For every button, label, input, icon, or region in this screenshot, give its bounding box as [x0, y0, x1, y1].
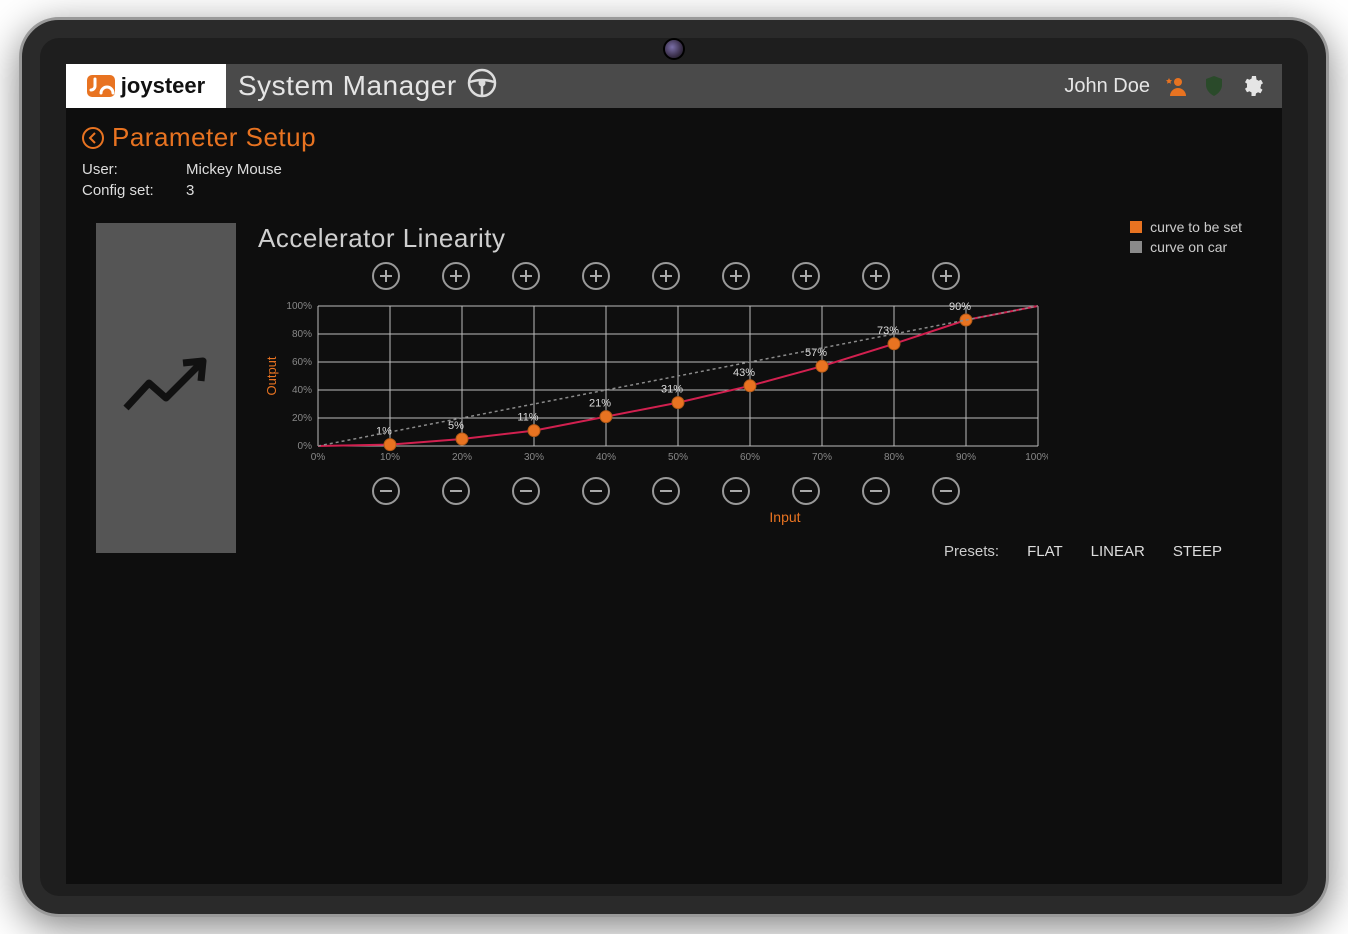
app-header: joysteer System Manager John Doe: [66, 64, 1282, 108]
meta-user-value: Mickey Mouse: [186, 161, 282, 178]
meta-block: User: Mickey Mouse Config set: 3: [66, 161, 1282, 215]
preset-steep[interactable]: STEEP: [1173, 543, 1222, 560]
svg-text:100%: 100%: [286, 301, 312, 312]
decrement-button-9[interactable]: [932, 477, 960, 505]
svg-text:20%: 20%: [452, 452, 472, 463]
brand-mark-icon: [87, 75, 115, 97]
svg-text:60%: 60%: [740, 452, 760, 463]
brand-name: joysteer: [121, 73, 205, 99]
increment-button-8[interactable]: [862, 262, 890, 290]
increment-button-2[interactable]: [442, 262, 470, 290]
decrement-button-4[interactable]: [582, 477, 610, 505]
decrement-button-7[interactable]: [792, 477, 820, 505]
side-tile-trend[interactable]: [96, 223, 236, 553]
svg-text:50%: 50%: [668, 452, 688, 463]
increment-button-1[interactable]: [372, 262, 400, 290]
chart-legend: curve to be set curve on car: [1130, 219, 1242, 259]
svg-text:11%: 11%: [517, 412, 538, 424]
preset-flat[interactable]: FLAT: [1027, 543, 1063, 560]
increment-button-7[interactable]: [792, 262, 820, 290]
tablet-camera: [665, 40, 683, 58]
gear-icon[interactable]: [1240, 74, 1264, 98]
svg-text:10%: 10%: [380, 452, 400, 463]
increment-button-3[interactable]: [512, 262, 540, 290]
decrement-button-8[interactable]: [862, 477, 890, 505]
linearity-chart[interactable]: 0% 10% 20% 30% 40% 50% 60% 70% 80% 90% 100% 0% 20% 40…: [258, 296, 1048, 466]
legend-label-car: curve on car: [1150, 239, 1227, 255]
svg-text:20%: 20%: [292, 413, 312, 424]
chart-title: Accelerator Linearity: [258, 223, 1252, 254]
increment-button-4[interactable]: [582, 262, 610, 290]
svg-text:5%: 5%: [448, 420, 464, 432]
increment-button-6[interactable]: [722, 262, 750, 290]
svg-text:80%: 80%: [884, 452, 904, 463]
trend-up-icon: [121, 353, 211, 423]
page-title: Parameter Setup: [112, 122, 316, 153]
app-title-text: System Manager: [238, 70, 457, 102]
svg-text:40%: 40%: [596, 452, 616, 463]
svg-text:30%: 30%: [524, 452, 544, 463]
increment-button-9[interactable]: [932, 262, 960, 290]
legend-swatch-set: [1130, 221, 1142, 233]
presets-label: Presets:: [944, 543, 999, 560]
brand-logo: joysteer: [66, 64, 226, 108]
increment-row: [372, 262, 1252, 290]
svg-text:60%: 60%: [292, 357, 312, 368]
decrement-button-6[interactable]: [722, 477, 750, 505]
x-axis-label: Input: [318, 509, 1252, 525]
svg-text:100%: 100%: [1025, 452, 1048, 463]
svg-text:90%: 90%: [949, 301, 971, 313]
svg-text:80%: 80%: [292, 329, 312, 340]
svg-text:90%: 90%: [956, 452, 976, 463]
svg-text:21%: 21%: [589, 398, 611, 410]
svg-text:0%: 0%: [311, 452, 326, 463]
preset-linear[interactable]: LINEAR: [1091, 543, 1145, 560]
legend-label-set: curve to be set: [1150, 219, 1242, 235]
meta-user-label: User:: [82, 161, 162, 178]
svg-text:57%: 57%: [805, 347, 827, 359]
svg-text:43%: 43%: [733, 367, 755, 379]
svg-text:0%: 0%: [298, 441, 313, 452]
meta-config-label: Config set:: [82, 182, 162, 199]
svg-text:40%: 40%: [292, 385, 312, 396]
decrement-button-2[interactable]: [442, 477, 470, 505]
svg-text:73%: 73%: [877, 325, 899, 337]
back-icon[interactable]: [82, 127, 104, 149]
header-user-name: John Doe: [1064, 75, 1150, 98]
user-star-icon[interactable]: [1164, 74, 1188, 98]
svg-text:31%: 31%: [661, 384, 683, 396]
presets-row: Presets: FLAT LINEAR STEEP: [258, 543, 1252, 560]
decrement-button-3[interactable]: [512, 477, 540, 505]
svg-text:70%: 70%: [812, 452, 832, 463]
decrement-row: [372, 477, 1252, 505]
increment-button-5[interactable]: [652, 262, 680, 290]
decrement-button-5[interactable]: [652, 477, 680, 505]
steering-wheel-icon: [467, 68, 497, 105]
meta-config-value: 3: [186, 182, 194, 199]
app-title: System Manager: [238, 68, 497, 105]
shield-icon[interactable]: [1202, 74, 1226, 98]
legend-swatch-car: [1130, 241, 1142, 253]
svg-text:Output: Output: [264, 356, 279, 395]
decrement-button-1[interactable]: [372, 477, 400, 505]
breadcrumb[interactable]: Parameter Setup: [66, 108, 1282, 161]
